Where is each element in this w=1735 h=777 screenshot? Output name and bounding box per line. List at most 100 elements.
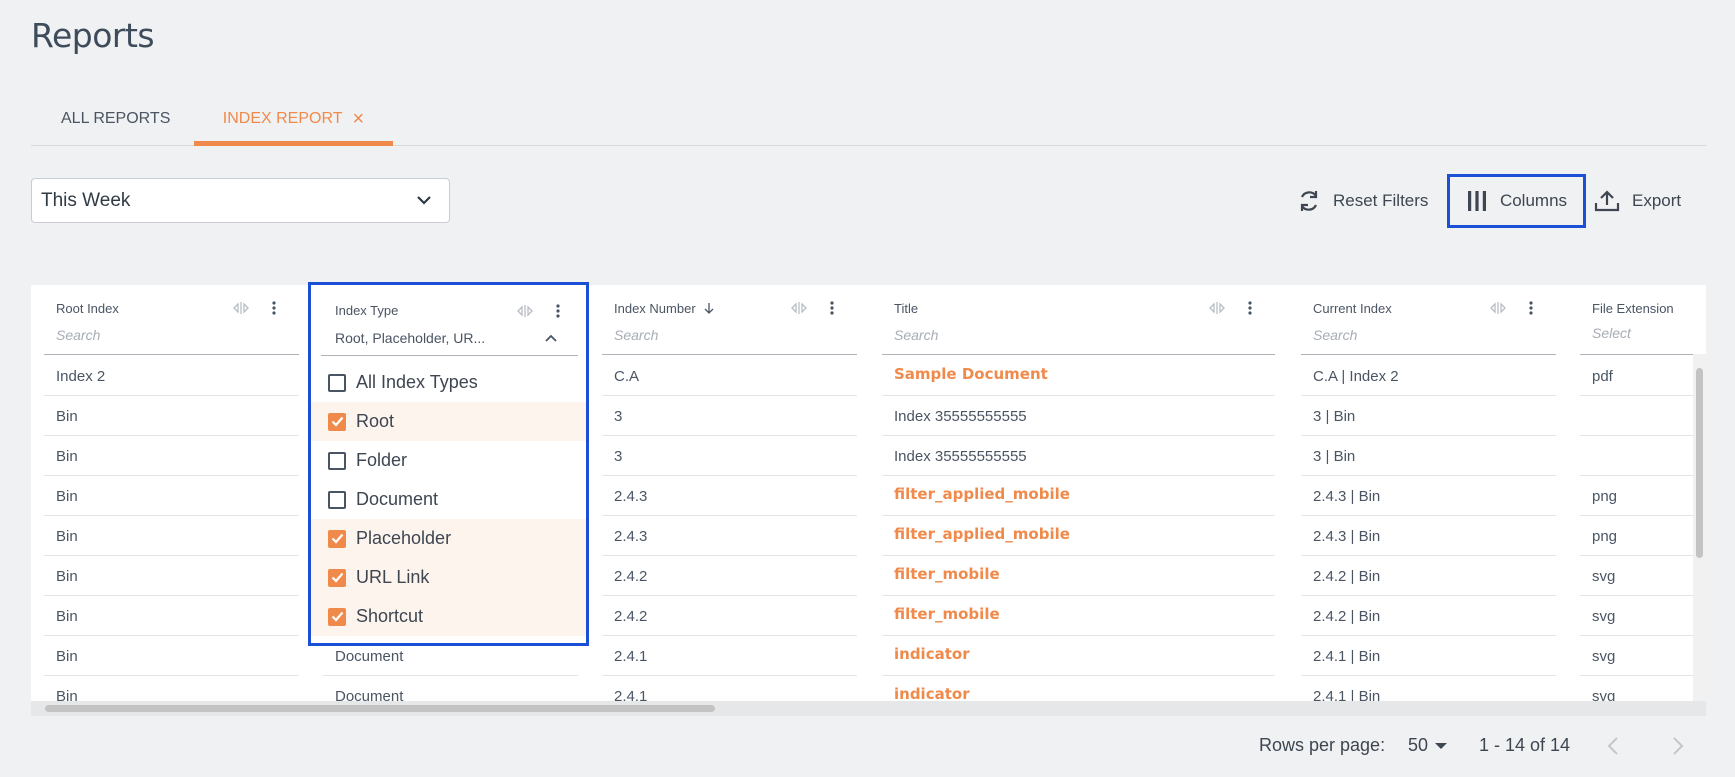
scrollbar-thumb[interactable] [45, 705, 715, 712]
table-cell: 2.4.2 [614, 567, 648, 585]
column-root-index: Root Index Search Index 2 Bin Bin Bin Bi… [44, 285, 311, 705]
resize-icon[interactable] [790, 301, 808, 315]
table-cell: 2.4.2 | Bin [1313, 607, 1381, 625]
divider [44, 435, 299, 436]
table-cell: Bin [56, 607, 78, 625]
column-header[interactable]: Title [894, 301, 918, 316]
kebab-menu-icon[interactable] [556, 304, 560, 318]
option-all-index-types[interactable]: All Index Types [311, 363, 586, 402]
table-cell: Bin [56, 527, 78, 545]
scrollbar-thumb[interactable] [1696, 368, 1703, 558]
option-label: Document [356, 489, 439, 509]
table-cell: svg [1592, 567, 1616, 585]
title-link[interactable]: Sample Document [894, 354, 1048, 394]
title-link[interactable]: filter_mobile [894, 594, 1000, 634]
table-cell: Bin [56, 407, 78, 425]
resize-icon[interactable] [232, 301, 250, 315]
tab-all-reports[interactable]: ALL REPORTS [61, 92, 170, 146]
resize-icon[interactable] [1208, 301, 1226, 315]
reset-filters-button[interactable]: Reset Filters [1297, 174, 1428, 228]
upload-icon [1594, 190, 1620, 212]
sort-descending-icon[interactable] [703, 302, 715, 314]
column-header[interactable]: Root Index [56, 301, 119, 316]
checkbox-unchecked-icon[interactable] [328, 451, 346, 470]
tab-index-report[interactable]: INDEX REPORT × [194, 92, 393, 146]
checkbox-checked-icon[interactable] [328, 412, 346, 431]
table-cell: Bin [56, 447, 78, 465]
option-label: Shortcut [356, 606, 424, 626]
select-input[interactable]: Select [1592, 325, 1631, 341]
table-cell: 3 [614, 447, 623, 465]
divider [602, 354, 857, 355]
title-link[interactable]: filter_applied_mobile [894, 514, 1070, 554]
report-tabs: ALL REPORTS INDEX REPORT × [31, 92, 1706, 146]
chevron-left-icon [1607, 737, 1618, 755]
option-label: All Index Types [356, 372, 478, 392]
kebab-menu-icon[interactable] [1248, 301, 1252, 315]
previous-page-button[interactable] [1607, 736, 1619, 761]
kebab-menu-icon[interactable] [272, 301, 276, 315]
next-page-button[interactable] [1672, 736, 1684, 761]
table-cell: svg [1592, 607, 1616, 625]
table-cell: C.A [614, 367, 640, 385]
column-header[interactable]: Index Type [335, 303, 398, 318]
option-label: Folder [356, 450, 408, 470]
option-shortcut[interactable]: Shortcut [311, 597, 586, 636]
kebab-menu-icon[interactable] [830, 301, 834, 315]
export-button[interactable]: Export [1594, 174, 1681, 228]
columns-icon [1467, 191, 1486, 211]
title-link[interactable]: filter_mobile [894, 554, 1000, 594]
option-root[interactable]: Root [311, 402, 586, 441]
tab-label: INDEX REPORT [222, 110, 343, 127]
resize-icon[interactable] [1489, 301, 1507, 315]
index-type-select-value[interactable]: Root, Placeholder, UR... [335, 330, 545, 346]
option-document[interactable]: Document [311, 480, 586, 519]
option-folder[interactable]: Folder [311, 441, 586, 480]
vertical-scrollbar[interactable] [1693, 354, 1706, 702]
option-label: Root [356, 411, 395, 431]
column-header[interactable]: Index Number [614, 301, 715, 316]
divider [602, 395, 857, 396]
table-cell: Bin [56, 487, 78, 505]
option-label: Placeholder [356, 528, 452, 548]
rows-per-page-value: 50 [1408, 735, 1429, 755]
horizontal-scrollbar[interactable] [31, 701, 1706, 716]
divider [1580, 354, 1706, 355]
option-url-link[interactable]: URL Link [311, 558, 586, 597]
date-range-select[interactable]: This Week [31, 178, 450, 223]
search-input[interactable]: Search [1313, 327, 1357, 343]
checkbox-unchecked-icon[interactable] [328, 490, 346, 509]
title-link[interactable]: filter_applied_mobile [894, 474, 1070, 514]
table-cell: 3 | Bin [1313, 407, 1356, 425]
close-icon[interactable]: × [353, 109, 365, 129]
title-link[interactable]: indicator [894, 634, 970, 674]
table-cell: 2.4.1 | Bin [1313, 647, 1381, 665]
chevron-up-icon[interactable] [544, 333, 558, 343]
rows-per-page-label: Rows per page: [1259, 735, 1386, 755]
table-cell: Index 35555555555 [894, 447, 1027, 465]
page-title: Reports [31, 16, 155, 55]
rows-per-page-select[interactable]: 50 [1408, 735, 1448, 756]
columns-button[interactable]: Columns [1447, 174, 1586, 228]
tab-label: ALL REPORTS [61, 110, 171, 127]
resize-icon[interactable] [516, 304, 534, 318]
pagination-range: 1 - 14 of 14 [1479, 735, 1571, 755]
table-cell: Bin [56, 647, 78, 665]
search-input[interactable]: Search [614, 327, 658, 343]
column-header[interactable]: File Extension [1592, 301, 1674, 316]
kebab-menu-icon[interactable] [1529, 301, 1533, 315]
index-type-filter-dropdown[interactable]: Index Type Root, Placeholder, UR... All … [308, 282, 589, 646]
checkbox-checked-icon[interactable] [328, 568, 346, 587]
checkbox-checked-icon[interactable] [328, 607, 346, 626]
divider [44, 354, 299, 355]
date-range-value: This Week [41, 189, 131, 211]
checkbox-unchecked-icon[interactable] [328, 373, 346, 392]
column-header-label: Index Number [614, 301, 696, 316]
checkbox-checked-icon[interactable] [328, 529, 346, 548]
search-input[interactable]: Search [894, 327, 938, 343]
search-input[interactable]: Search [56, 327, 100, 343]
option-placeholder[interactable]: Placeholder [311, 519, 586, 558]
column-header[interactable]: Current Index [1313, 301, 1392, 316]
column-file-extension: File Extension Select pdf png png svg sv… [1580, 285, 1706, 705]
caret-down-icon [1435, 742, 1448, 749]
